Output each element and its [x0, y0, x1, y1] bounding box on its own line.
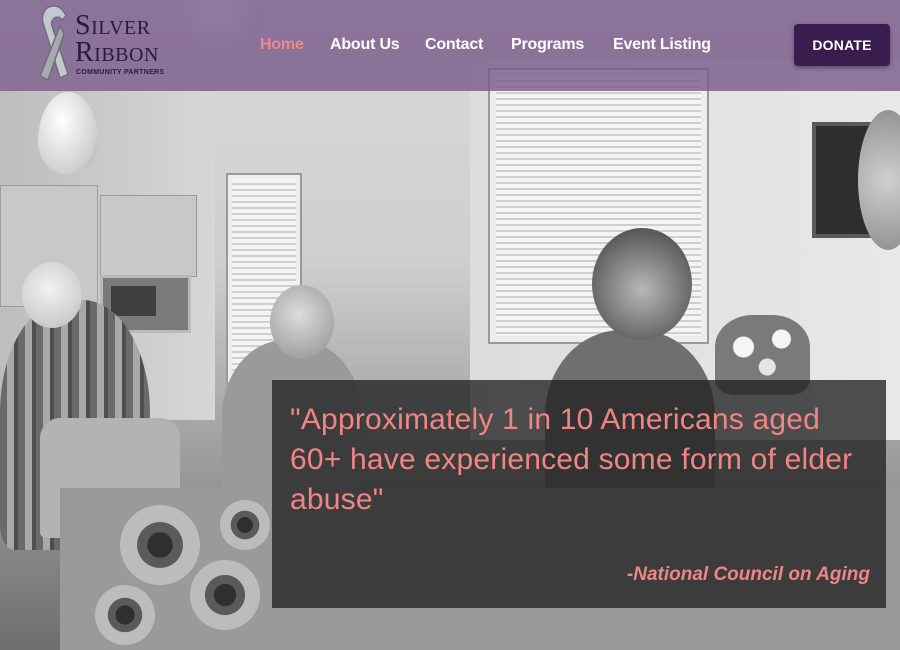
- tablecloth-flower: [190, 560, 260, 630]
- tablecloth-flower: [120, 505, 200, 585]
- logo-text-line1: Silver: [75, 10, 151, 41]
- site-logo[interactable]: Silver Ribbon COMMUNITY PARTNERS: [30, 0, 180, 90]
- awareness-ribbon-icon: [39, 5, 69, 82]
- quote-panel: "Approximately 1 in 10 Americans aged 60…: [272, 380, 886, 608]
- tablecloth-flower: [220, 500, 270, 550]
- logo-text-line2: Ribbon: [75, 37, 159, 68]
- donate-button[interactable]: DONATE: [794, 24, 890, 66]
- nav-home[interactable]: Home: [260, 36, 304, 54]
- nav-programs[interactable]: Programs: [511, 36, 584, 54]
- nav-contact[interactable]: Contact: [425, 36, 483, 54]
- quote-source: -National Council on Aging: [626, 564, 870, 585]
- tablecloth-flower: [95, 585, 155, 645]
- person-head: [22, 262, 82, 328]
- person-head: [592, 228, 692, 340]
- nav-event-listing[interactable]: Event Listing: [613, 36, 711, 54]
- nav-about-us[interactable]: About Us: [330, 36, 400, 54]
- site-header: Silver Ribbon COMMUNITY PARTNERS Home Ab…: [0, 0, 900, 91]
- person-head: [270, 285, 334, 359]
- kitchen-cabinet: [100, 195, 197, 277]
- logo-tagline: COMMUNITY PARTNERS: [76, 69, 165, 76]
- quote-text: "Approximately 1 in 10 Americans aged 60…: [290, 403, 853, 516]
